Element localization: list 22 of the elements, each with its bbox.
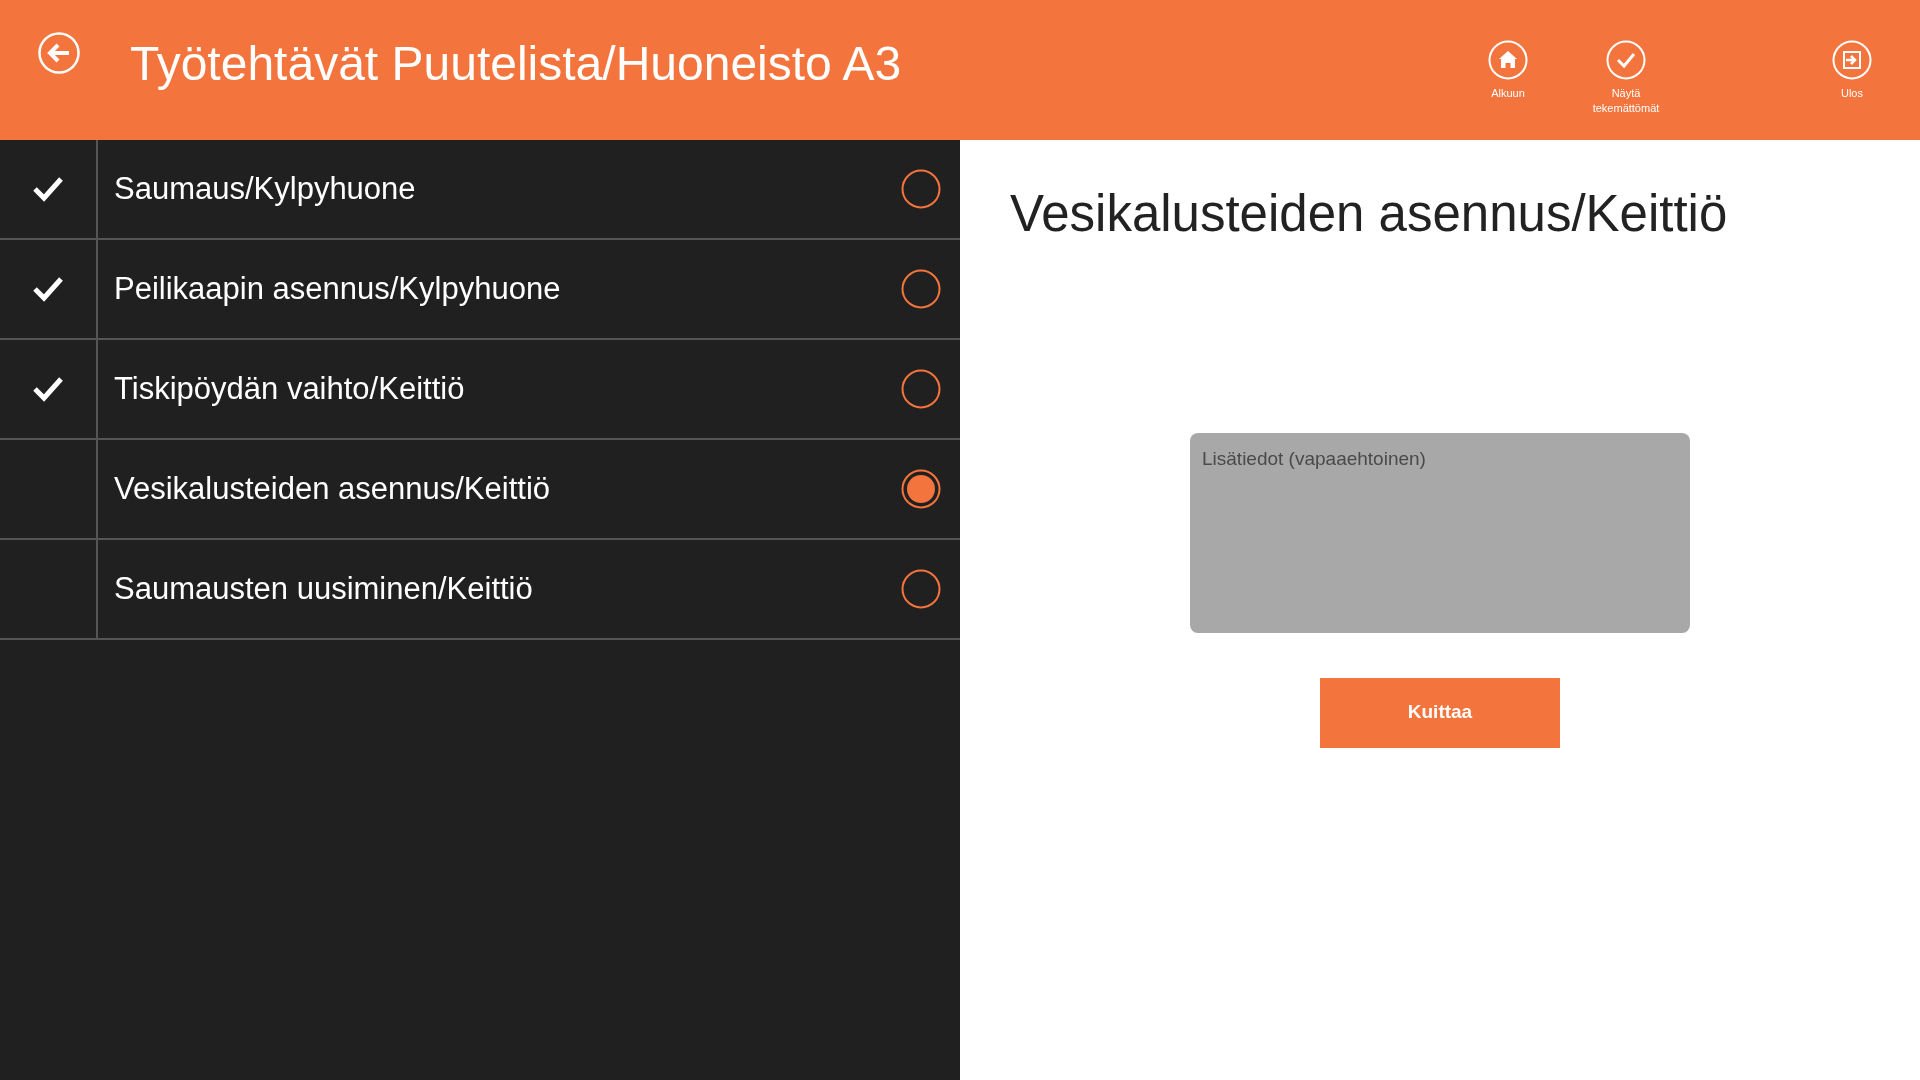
radio-button[interactable] — [901, 369, 941, 409]
page-title: Työtehtävät Puutelista/Huoneisto A3 — [130, 40, 902, 88]
task-row[interactable]: Vesikalusteiden asennus/Keittiö — [0, 440, 960, 540]
back-button[interactable] — [38, 32, 80, 74]
radio-button[interactable] — [901, 169, 941, 209]
task-label: Saumausten uusiminen/Keittiö — [114, 569, 534, 608]
task-label: Peilikaapin asennus/Kylpyhuone — [114, 269, 562, 308]
task-row[interactable]: Saumausten uusiminen/Keittiö — [0, 540, 960, 640]
task-title: Vesikalusteiden asennus/Keittiö — [1010, 184, 1729, 244]
task-row[interactable]: Peilikaapin asennus/Kylpyhuone — [0, 240, 960, 340]
notes-field[interactable]: Lisätiedot (vapaaehtoinen) — [1190, 432, 1690, 633]
task-row[interactable]: Saumaus/Kylpyhuone — [0, 140, 960, 240]
exit-icon — [1832, 40, 1872, 80]
radio-button[interactable] — [901, 269, 941, 309]
task-row[interactable]: Tiskipöydän vaihto/Keittiö — [0, 340, 960, 440]
task-label: Tiskipöydän vaihto/Keittiö — [114, 369, 466, 408]
radio-button[interactable] — [901, 569, 941, 609]
radio-button[interactable] — [901, 469, 941, 509]
home-icon — [1488, 40, 1528, 80]
task-label: Saumaus/Kylpyhuone — [114, 169, 417, 208]
task-label: Vesikalusteiden asennus/Keittiö — [114, 469, 551, 508]
check-icon — [1606, 40, 1646, 80]
